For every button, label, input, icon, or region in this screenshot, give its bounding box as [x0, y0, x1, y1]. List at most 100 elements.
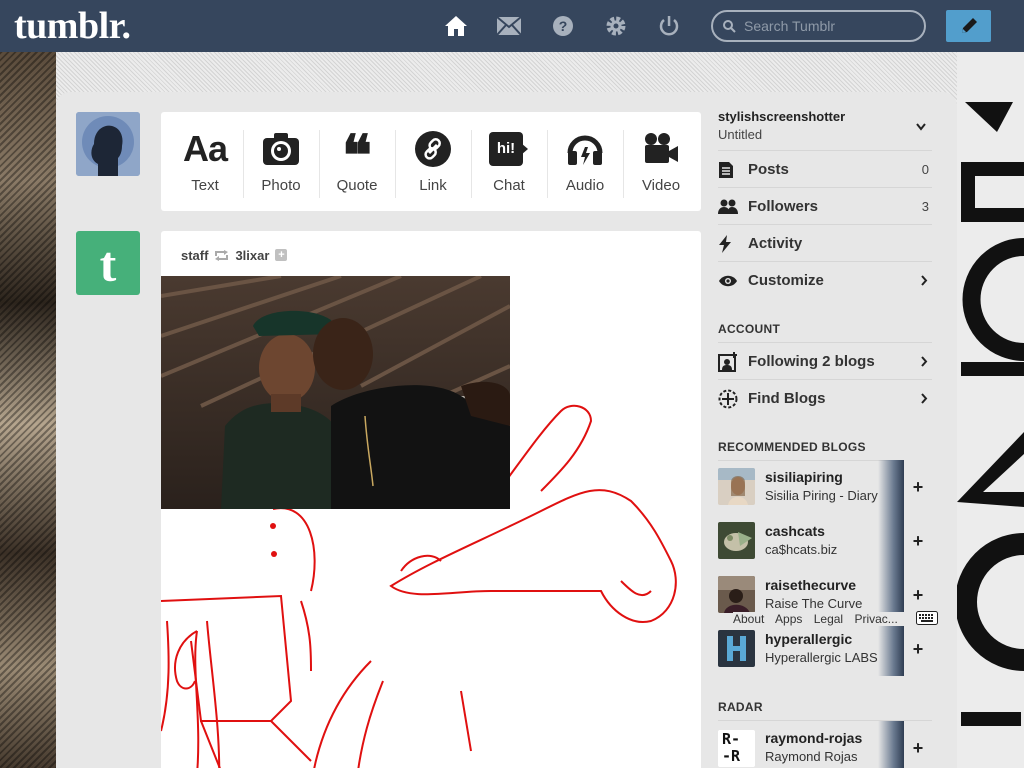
blog-avatar — [718, 522, 755, 559]
post-type-text[interactable]: Aa Text — [167, 112, 243, 211]
blog-avatar — [718, 468, 755, 505]
chevron-right-icon — [921, 393, 928, 404]
sidebar-item-label: Find Blogs — [748, 390, 826, 407]
chevron-down-icon — [916, 123, 926, 131]
post-type-audio[interactable]: Audio — [547, 112, 623, 211]
background-photo-strip — [0, 52, 56, 768]
lightning-icon — [718, 234, 748, 253]
sidebar-item-activity[interactable]: Activity — [718, 225, 932, 262]
sidebar-item-label: Activity — [748, 235, 803, 252]
sidebar-item-following[interactable]: Following 2 blogs — [718, 343, 932, 380]
power-icon[interactable] — [657, 14, 681, 38]
sidebar-item-label: Following 2 blogs — [748, 353, 875, 370]
blog-title: Untitled — [718, 127, 763, 142]
fade-overlay — [878, 460, 904, 514]
blog-avatar — [718, 576, 755, 613]
post-type-link[interactable]: Link — [395, 112, 471, 211]
people-icon — [718, 199, 748, 215]
post-type-label: Link — [419, 177, 447, 194]
staff-blog-avatar[interactable]: t — [76, 231, 140, 295]
post-type-label: Photo — [261, 177, 301, 194]
keyboard-icon[interactable] — [916, 611, 938, 625]
fade-overlay — [878, 622, 904, 676]
tumblr-logo[interactable]: tumblr. — [14, 4, 131, 48]
mail-icon[interactable] — [497, 14, 521, 38]
post-type-chat[interactable]: hi! Chat — [471, 112, 547, 211]
footer-link-apps[interactable]: Apps — [775, 612, 802, 626]
audio-icon — [565, 130, 605, 168]
quote-icon: ❝ — [341, 123, 373, 189]
footer-link-about[interactable]: About — [733, 612, 764, 626]
compose-button[interactable] — [946, 10, 991, 42]
gear-icon[interactable] — [604, 14, 628, 38]
text-icon: Aa — [182, 128, 228, 169]
post-type-quote[interactable]: ❝ Quote — [319, 112, 395, 211]
post-type-label: Chat — [493, 177, 525, 194]
follow-button[interactable]: + — [904, 721, 932, 768]
blog-name: raisethecurve — [765, 577, 857, 593]
blog-name: raymond-rojas — [765, 730, 863, 746]
footer-link-privacy[interactable]: Privac... — [854, 612, 897, 626]
blog-switcher[interactable]: stylishscreenshotter Untitled — [718, 109, 932, 142]
post-photo[interactable] — [161, 276, 510, 509]
post-type-label: Video — [641, 177, 681, 194]
recommended-blog[interactable]: cashcats ca$hcats.biz + — [718, 514, 932, 568]
reblog-icon — [215, 249, 229, 261]
footer-links: About Apps Legal Privac... — [733, 612, 923, 626]
post-author-link[interactable]: staff — [181, 248, 208, 263]
follow-button[interactable]: + — [904, 514, 932, 568]
search-input[interactable] — [744, 18, 914, 34]
sidebar-item-find-blogs[interactable]: Find Blogs — [718, 380, 932, 417]
link-icon — [414, 130, 452, 168]
compass-icon — [718, 389, 748, 409]
post-type-photo[interactable]: Photo — [243, 112, 319, 211]
sidebar-item-posts[interactable]: Posts 0 — [718, 151, 932, 188]
footer-link-legal[interactable]: Legal — [814, 612, 843, 626]
follow-plus-icon[interactable]: + — [275, 249, 288, 261]
post-card: staff 3lixar + — [161, 231, 701, 768]
radar-heading: RADAR — [718, 700, 763, 714]
svg-text:?: ? — [559, 18, 568, 34]
fade-overlay — [878, 514, 904, 568]
post-type-label: Text — [191, 177, 219, 194]
blog-name: sisiliapiring — [765, 469, 843, 485]
account-heading: ACCOUNT — [718, 322, 781, 336]
eye-icon — [718, 275, 748, 287]
sidebar-item-followers[interactable]: Followers 3 — [718, 188, 932, 225]
recommended-blog[interactable]: hyperallergic Hyperallergic LABS + — [718, 622, 932, 676]
sidebar-item-customize[interactable]: Customize — [718, 262, 932, 299]
help-icon[interactable]: ? — [551, 14, 575, 38]
post-type-video[interactable]: Video — [623, 112, 699, 211]
follow-button[interactable]: + — [904, 460, 932, 514]
pencil-icon — [961, 18, 977, 33]
recommended-blog[interactable]: sisiliapiring Sisilia Piring - Diary + — [718, 460, 932, 514]
follow-button[interactable]: + — [904, 622, 932, 676]
radar-blog[interactable]: R- -R raymond-rojas Raymond Rojas + — [718, 721, 932, 768]
search-icon — [723, 19, 736, 33]
tumblr-t-icon: t — [100, 239, 117, 287]
blog-avatar: R- -R — [718, 730, 755, 767]
fade-overlay — [878, 721, 904, 768]
home-icon[interactable] — [444, 14, 468, 38]
camera-icon — [262, 130, 300, 168]
posts-count: 0 — [921, 162, 929, 177]
reblogged-from-link[interactable]: 3lixar — [235, 248, 269, 263]
svg-text:t: t — [100, 239, 117, 287]
post-type-bar: Aa Text Photo ❝ Quote Link hi! Chat Audi… — [161, 112, 701, 211]
search-field[interactable] — [711, 10, 926, 42]
user-avatar[interactable] — [76, 112, 140, 176]
blog-name: hyperallergic — [765, 631, 853, 647]
chevron-right-icon — [921, 275, 928, 286]
sidebar-item-label: Followers — [748, 198, 819, 215]
post-header: staff 3lixar + — [181, 247, 288, 263]
recommended-heading: RECOMMENDED BLOGS — [718, 440, 866, 454]
top-navigation-bar: tumblr. ? — [0, 0, 1024, 52]
blog-name: cashcats — [765, 523, 825, 539]
document-icon — [718, 161, 748, 179]
video-icon — [642, 130, 680, 168]
background-typography-art — [957, 52, 1024, 768]
chat-icon: hi! — [489, 130, 529, 168]
followers-count: 3 — [921, 199, 929, 214]
chevron-right-icon — [921, 356, 928, 367]
blog-avatar — [718, 630, 755, 667]
